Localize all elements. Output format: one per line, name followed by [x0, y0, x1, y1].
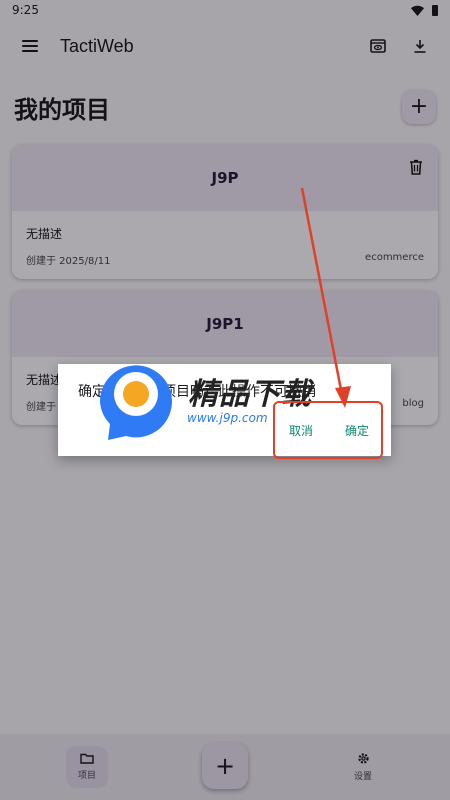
watermark-logo [99, 365, 172, 440]
watermark-url: www.j9p.com [187, 411, 268, 425]
annotation-highlight [273, 401, 383, 459]
